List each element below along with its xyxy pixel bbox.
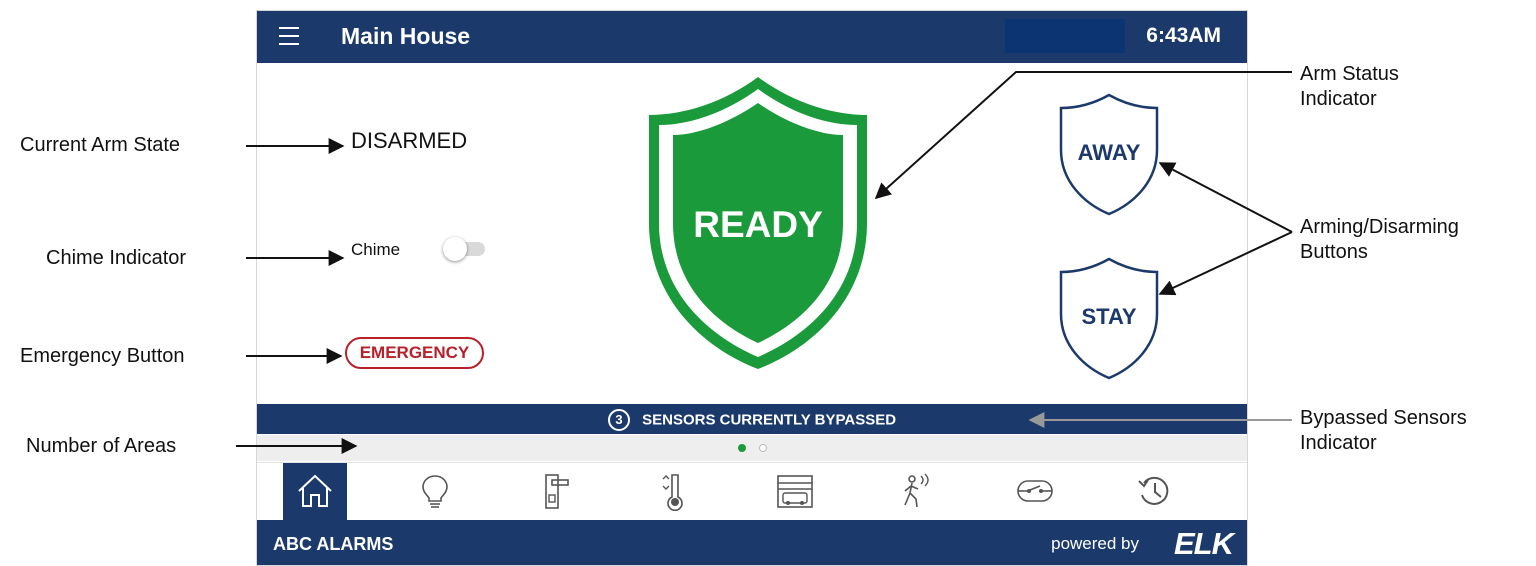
callout-arming-line2: Buttons	[1300, 241, 1368, 263]
callout-arming-buttons: Arming/Disarming Buttons	[1300, 215, 1459, 265]
callout-emergency-button: Emergency Button	[20, 345, 185, 367]
callout-bypassed-sensors: Bypassed Sensors Indicator	[1300, 406, 1467, 456]
callout-chime-indicator: Chime Indicator	[46, 247, 187, 269]
callout-current-arm-state: Current Arm State	[20, 134, 181, 156]
callout-number-of-areas: Number of Areas	[26, 435, 177, 457]
callout-bypassed-line2: Indicator	[1300, 432, 1377, 454]
callout-bypassed-line1: Bypassed Sensors	[1300, 407, 1467, 429]
callout-arm-status: Arm Status Indicator	[1300, 62, 1399, 112]
arrow-away	[1158, 162, 1293, 233]
arrow-stay	[1158, 231, 1293, 296]
callout-arm-status-line2: Indicator	[1300, 88, 1377, 110]
callout-arm-status-line1: Arm Status	[1300, 63, 1399, 85]
callout-arming-line1: Arming/Disarming	[1300, 216, 1459, 238]
arrow-arm-status	[874, 71, 1292, 200]
